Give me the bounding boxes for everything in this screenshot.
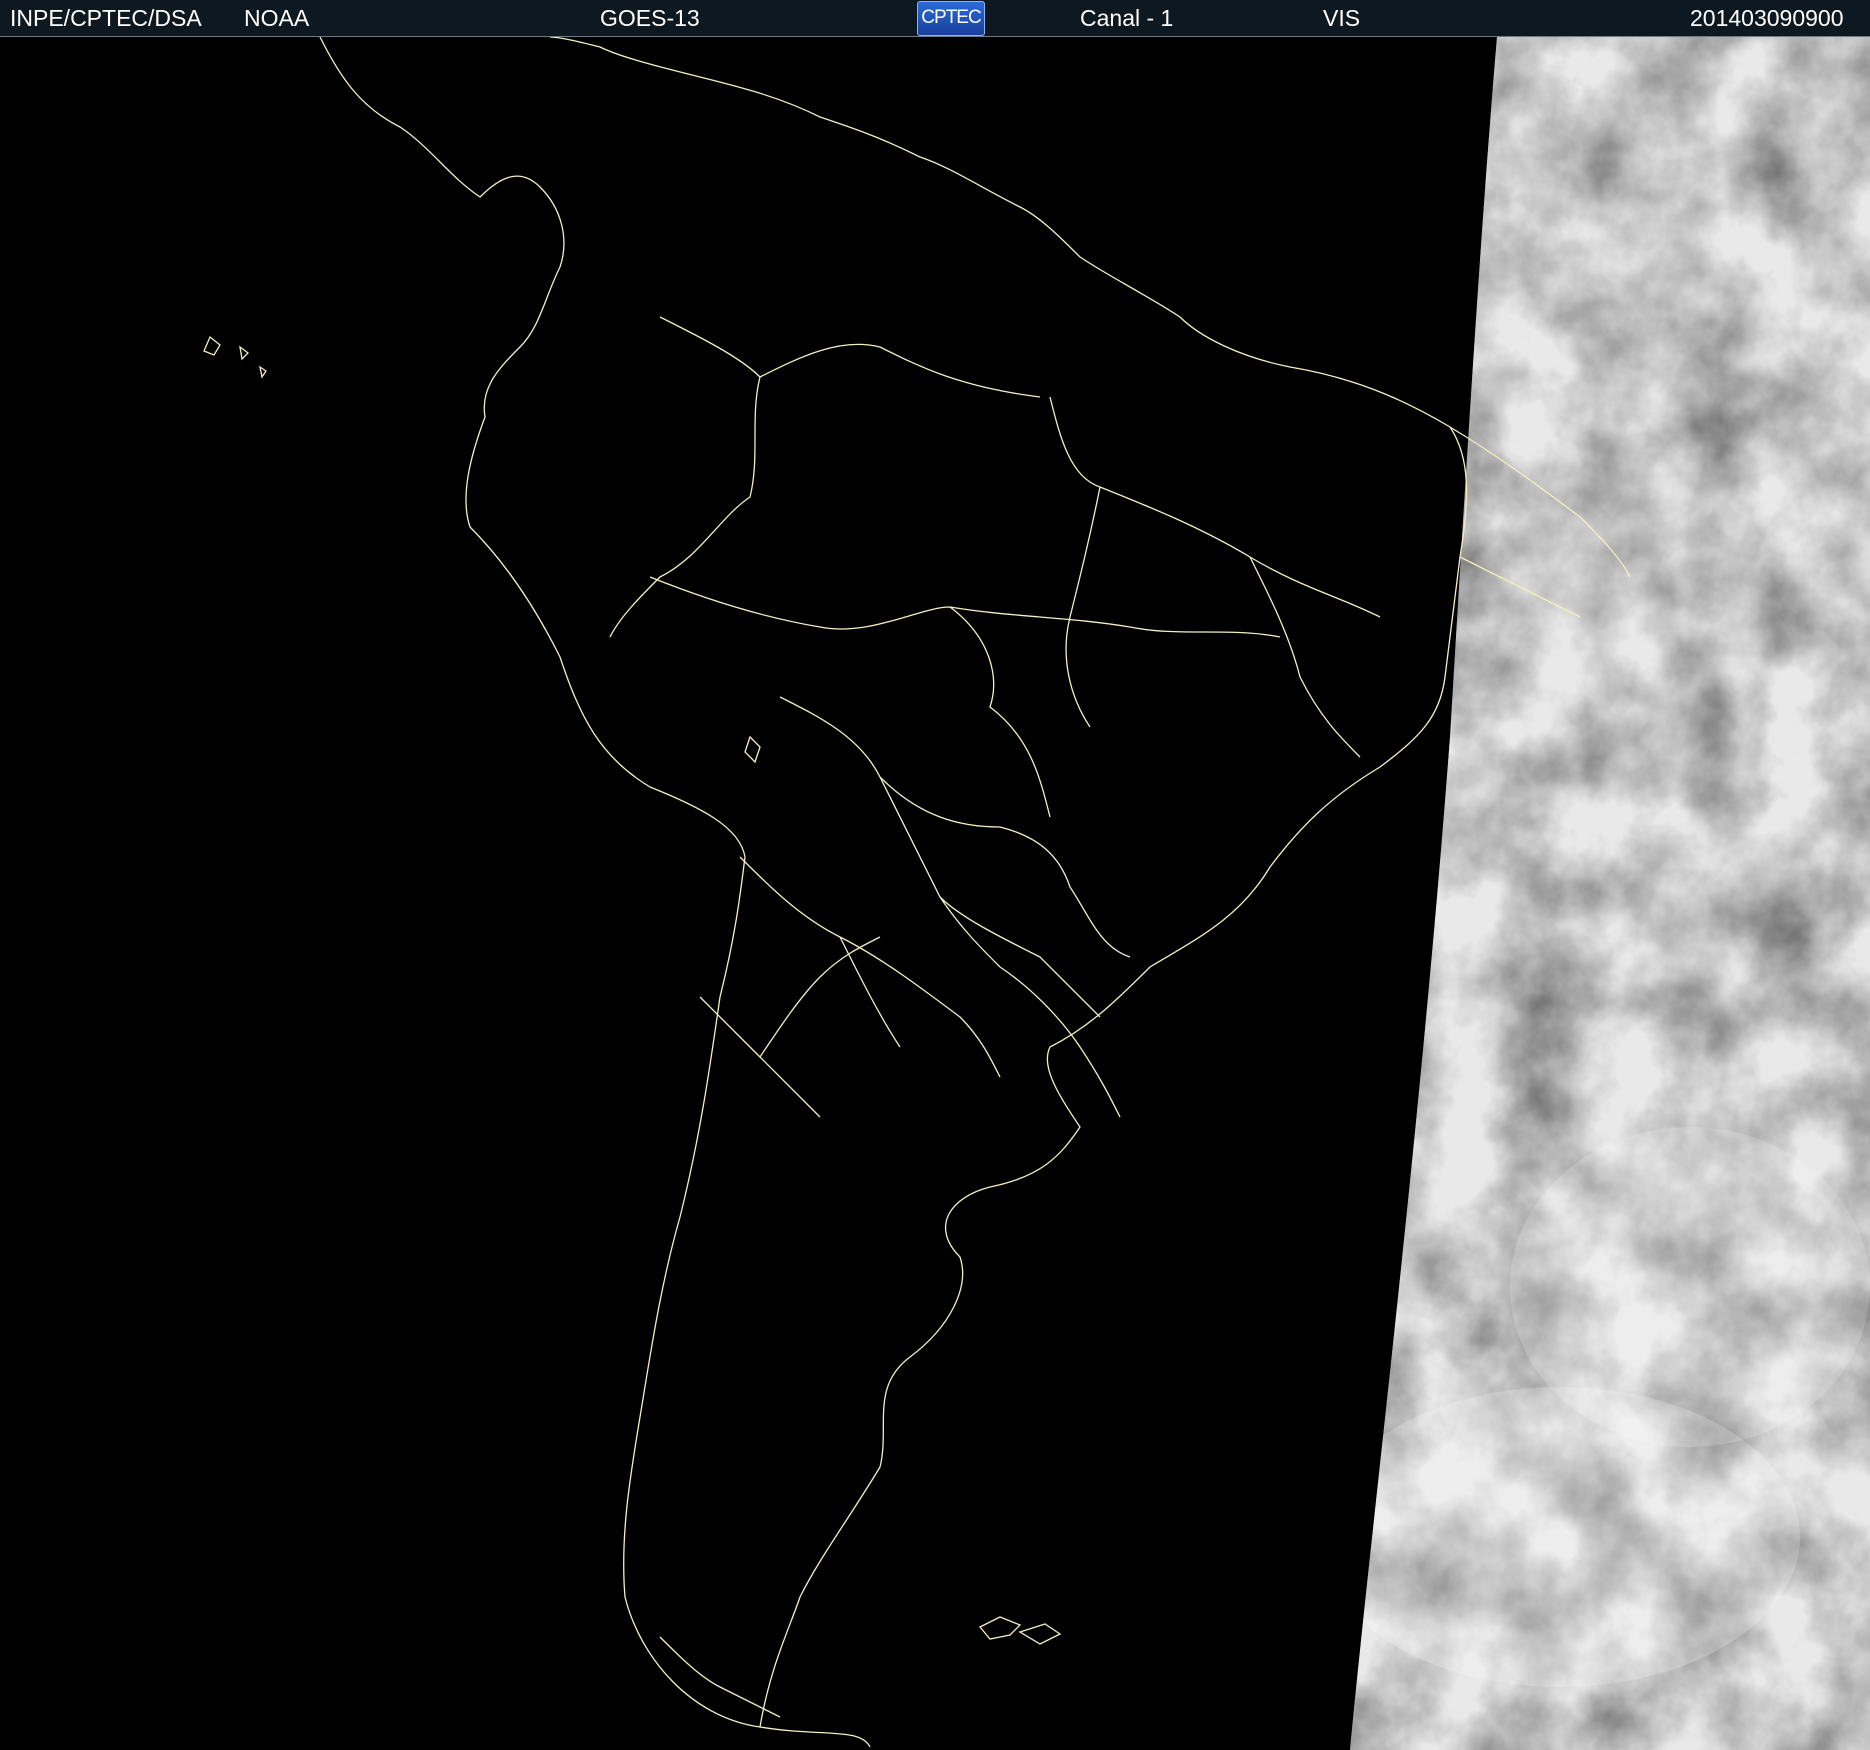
satellite-map (0, 37, 1870, 1750)
title-bar: INPE/CPTEC/DSA NOAA GOES-13 CPTEC Canal … (0, 0, 1870, 37)
cptec-logo-icon: CPTEC (917, 1, 985, 36)
channel-label: Canal - 1 (1080, 5, 1174, 31)
agency-label: NOAA (244, 5, 310, 31)
band-label: VIS (1323, 5, 1361, 31)
logo-text: CPTEC (921, 7, 981, 28)
satellite-label: GOES-13 (600, 5, 700, 31)
timestamp-label: 201403090900 (1690, 5, 1844, 31)
org-label: INPE/CPTEC/DSA (10, 5, 202, 31)
